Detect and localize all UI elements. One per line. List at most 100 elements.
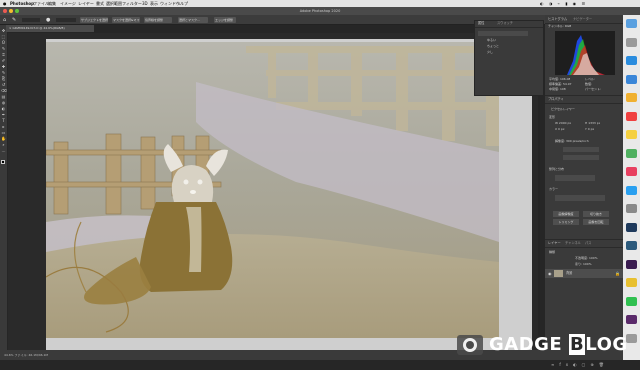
color-controls[interactable] — [555, 195, 605, 201]
trim-button[interactable]: トリミング — [553, 219, 579, 225]
menu-view[interactable]: 表示 — [150, 0, 158, 7]
select-mask-button[interactable]: マスクを選択&マスク — [112, 17, 140, 23]
menu-edit[interactable]: 編集 — [48, 0, 56, 7]
tab-paths[interactable]: パス — [585, 241, 591, 246]
home-icon[interactable]: ⌂ — [3, 17, 6, 23]
appstore-icon[interactable] — [626, 185, 637, 195]
eyedropper-icon[interactable]: ✐ — [1, 58, 6, 63]
quick-select-icon[interactable]: ✎ — [1, 46, 6, 51]
status-text: 44.6% ファイル: 46.1M/46.1M — [4, 353, 48, 357]
type-icon[interactable]: T — [1, 118, 6, 123]
window-title: Adobe Photoshop 2020 — [299, 9, 341, 13]
select-subject-button[interactable]: サブジェクトを選択 — [80, 17, 108, 23]
chrome-icon[interactable] — [626, 278, 637, 287]
field-x[interactable]: X 0 px — [555, 127, 565, 132]
close-button[interactable] — [3, 9, 7, 13]
history-brush-icon[interactable]: ↺ — [1, 82, 6, 87]
tab-swatches[interactable]: スウォッチ — [497, 21, 513, 26]
mode-dropdown[interactable] — [563, 155, 599, 160]
path-select-icon[interactable]: ▸ — [1, 124, 6, 129]
eraser-icon[interactable]: ⌫ — [1, 88, 7, 93]
mail-icon[interactable] — [626, 74, 637, 84]
menu-layer[interactable]: レイヤー — [78, 0, 94, 7]
preset-row-3[interactable]: 少し — [487, 50, 493, 55]
adjust-edge-button[interactable]: エッジを調整 — [214, 17, 236, 23]
field-h[interactable]: H 1333 px — [585, 121, 600, 126]
pen-icon[interactable]: ✒ — [1, 112, 6, 117]
menu-file[interactable]: ファイル — [33, 0, 49, 7]
preset-row-2[interactable]: ちょっと — [487, 44, 499, 49]
menu-select[interactable]: 選択範囲 — [106, 0, 122, 7]
field-w[interactable]: W 2000 px — [555, 121, 571, 126]
align-buttons[interactable] — [555, 175, 595, 181]
more-icon[interactable]: … — [1, 148, 6, 153]
minimize-button[interactable] — [9, 9, 13, 13]
menu-3d[interactable]: 3D — [142, 0, 148, 7]
healing-icon[interactable]: ✚ — [1, 64, 6, 69]
crop-icon[interactable]: ⌗ — [1, 52, 6, 57]
stamp-icon[interactable]: ⎘ — [1, 76, 6, 81]
menu-image[interactable]: イメージ — [60, 0, 76, 7]
premiere-icon[interactable] — [626, 259, 637, 269]
eye-icon[interactable]: ◉ — [548, 271, 552, 276]
zoom-button[interactable] — [15, 9, 19, 13]
panel-dropdown[interactable] — [478, 31, 528, 36]
launchpad-icon[interactable] — [626, 37, 637, 47]
hand-icon[interactable]: ✋ — [1, 136, 6, 141]
tab-histogram[interactable]: ヒストグラム — [548, 17, 567, 22]
rotate-button[interactable]: 画像を回転 — [583, 219, 609, 225]
menu-filter[interactable]: フィルター — [122, 0, 142, 7]
tab-layers[interactable]: レイヤー — [548, 241, 561, 246]
document-tab[interactable]: × GDZM0149.N-T-O @ 44.6%(RGB/8) — [6, 25, 94, 32]
apple-menu-icon[interactable]: ● — [3, 0, 7, 7]
align-label: 整列と分布 — [549, 167, 565, 171]
dodge-icon[interactable]: ◐ — [1, 106, 6, 111]
finder-icon[interactable] — [626, 19, 637, 28]
foreground-color-swatch[interactable] — [1, 160, 5, 164]
image-size-button[interactable]: 画像解像度 — [553, 211, 579, 217]
menu-type[interactable]: 書式 — [96, 0, 104, 7]
layer-kind-filter[interactable]: 種類 — [549, 250, 555, 255]
blur-icon[interactable]: ◍ — [1, 100, 6, 105]
prefs-icon[interactable] — [626, 204, 637, 213]
slack-icon[interactable] — [626, 315, 637, 324]
layer-row-background[interactable]: ◉ 背景 🔒 — [545, 269, 623, 278]
fill-field[interactable]: 塗り: 100% — [575, 262, 592, 267]
trash-icon[interactable] — [626, 333, 637, 343]
rectangle-icon[interactable]: ▭ — [1, 130, 6, 135]
properties-title: プロパティ — [548, 97, 564, 101]
zoom-icon[interactable]: ⌕ — [1, 142, 6, 147]
brush-size-icon[interactable]: ● — [46, 17, 50, 23]
lasso-icon[interactable]: ʘ — [1, 40, 6, 45]
marquee-icon[interactable]: ⬚ — [1, 34, 6, 39]
notes-icon[interactable] — [626, 130, 637, 139]
preset-row-1[interactable]: ゆるい — [487, 38, 496, 43]
brush-settings[interactable] — [56, 18, 76, 22]
opacity-field[interactable]: 不透明度: 100% — [575, 256, 598, 261]
gradient-icon[interactable]: ▤ — [1, 94, 6, 99]
crop-button[interactable]: 切り抜き — [583, 211, 609, 217]
safari-icon[interactable] — [626, 56, 637, 65]
menu-help[interactable]: ヘルプ — [176, 0, 188, 7]
photos-icon[interactable] — [626, 93, 637, 102]
size-dropdown[interactable] — [563, 147, 599, 152]
calendar-icon[interactable] — [626, 111, 637, 121]
channel-select[interactable]: チャンネル: RGB — [548, 24, 571, 29]
inverted-dog-photo[interactable] — [46, 42, 499, 338]
tab-properties-small[interactable]: 属性 — [478, 21, 484, 26]
photoshop-icon[interactable] — [626, 222, 637, 232]
gadge-blog-watermark: GADGE BLOG — [455, 332, 627, 358]
brush-icon[interactable]: ✎ — [1, 70, 6, 75]
mode-buttons[interactable] — [22, 18, 40, 22]
tab-channels[interactable]: チャンネル — [565, 241, 581, 246]
line-icon[interactable] — [626, 296, 637, 306]
tab-navigator[interactable]: ナビゲーター — [573, 17, 592, 22]
maps-icon[interactable] — [626, 148, 637, 158]
refine-edge-button[interactable]: 境界線を調整 — [144, 17, 172, 23]
quick-select-tool-icon[interactable]: ✎ — [12, 17, 16, 23]
music-icon[interactable] — [626, 167, 637, 176]
app-menu[interactable]: Photoshop — [10, 0, 34, 7]
field-y[interactable]: Y 0 px — [585, 127, 594, 132]
lightroom-icon[interactable] — [626, 241, 637, 250]
select-and-mask-button[interactable]: 選択とマスク... — [178, 17, 208, 23]
